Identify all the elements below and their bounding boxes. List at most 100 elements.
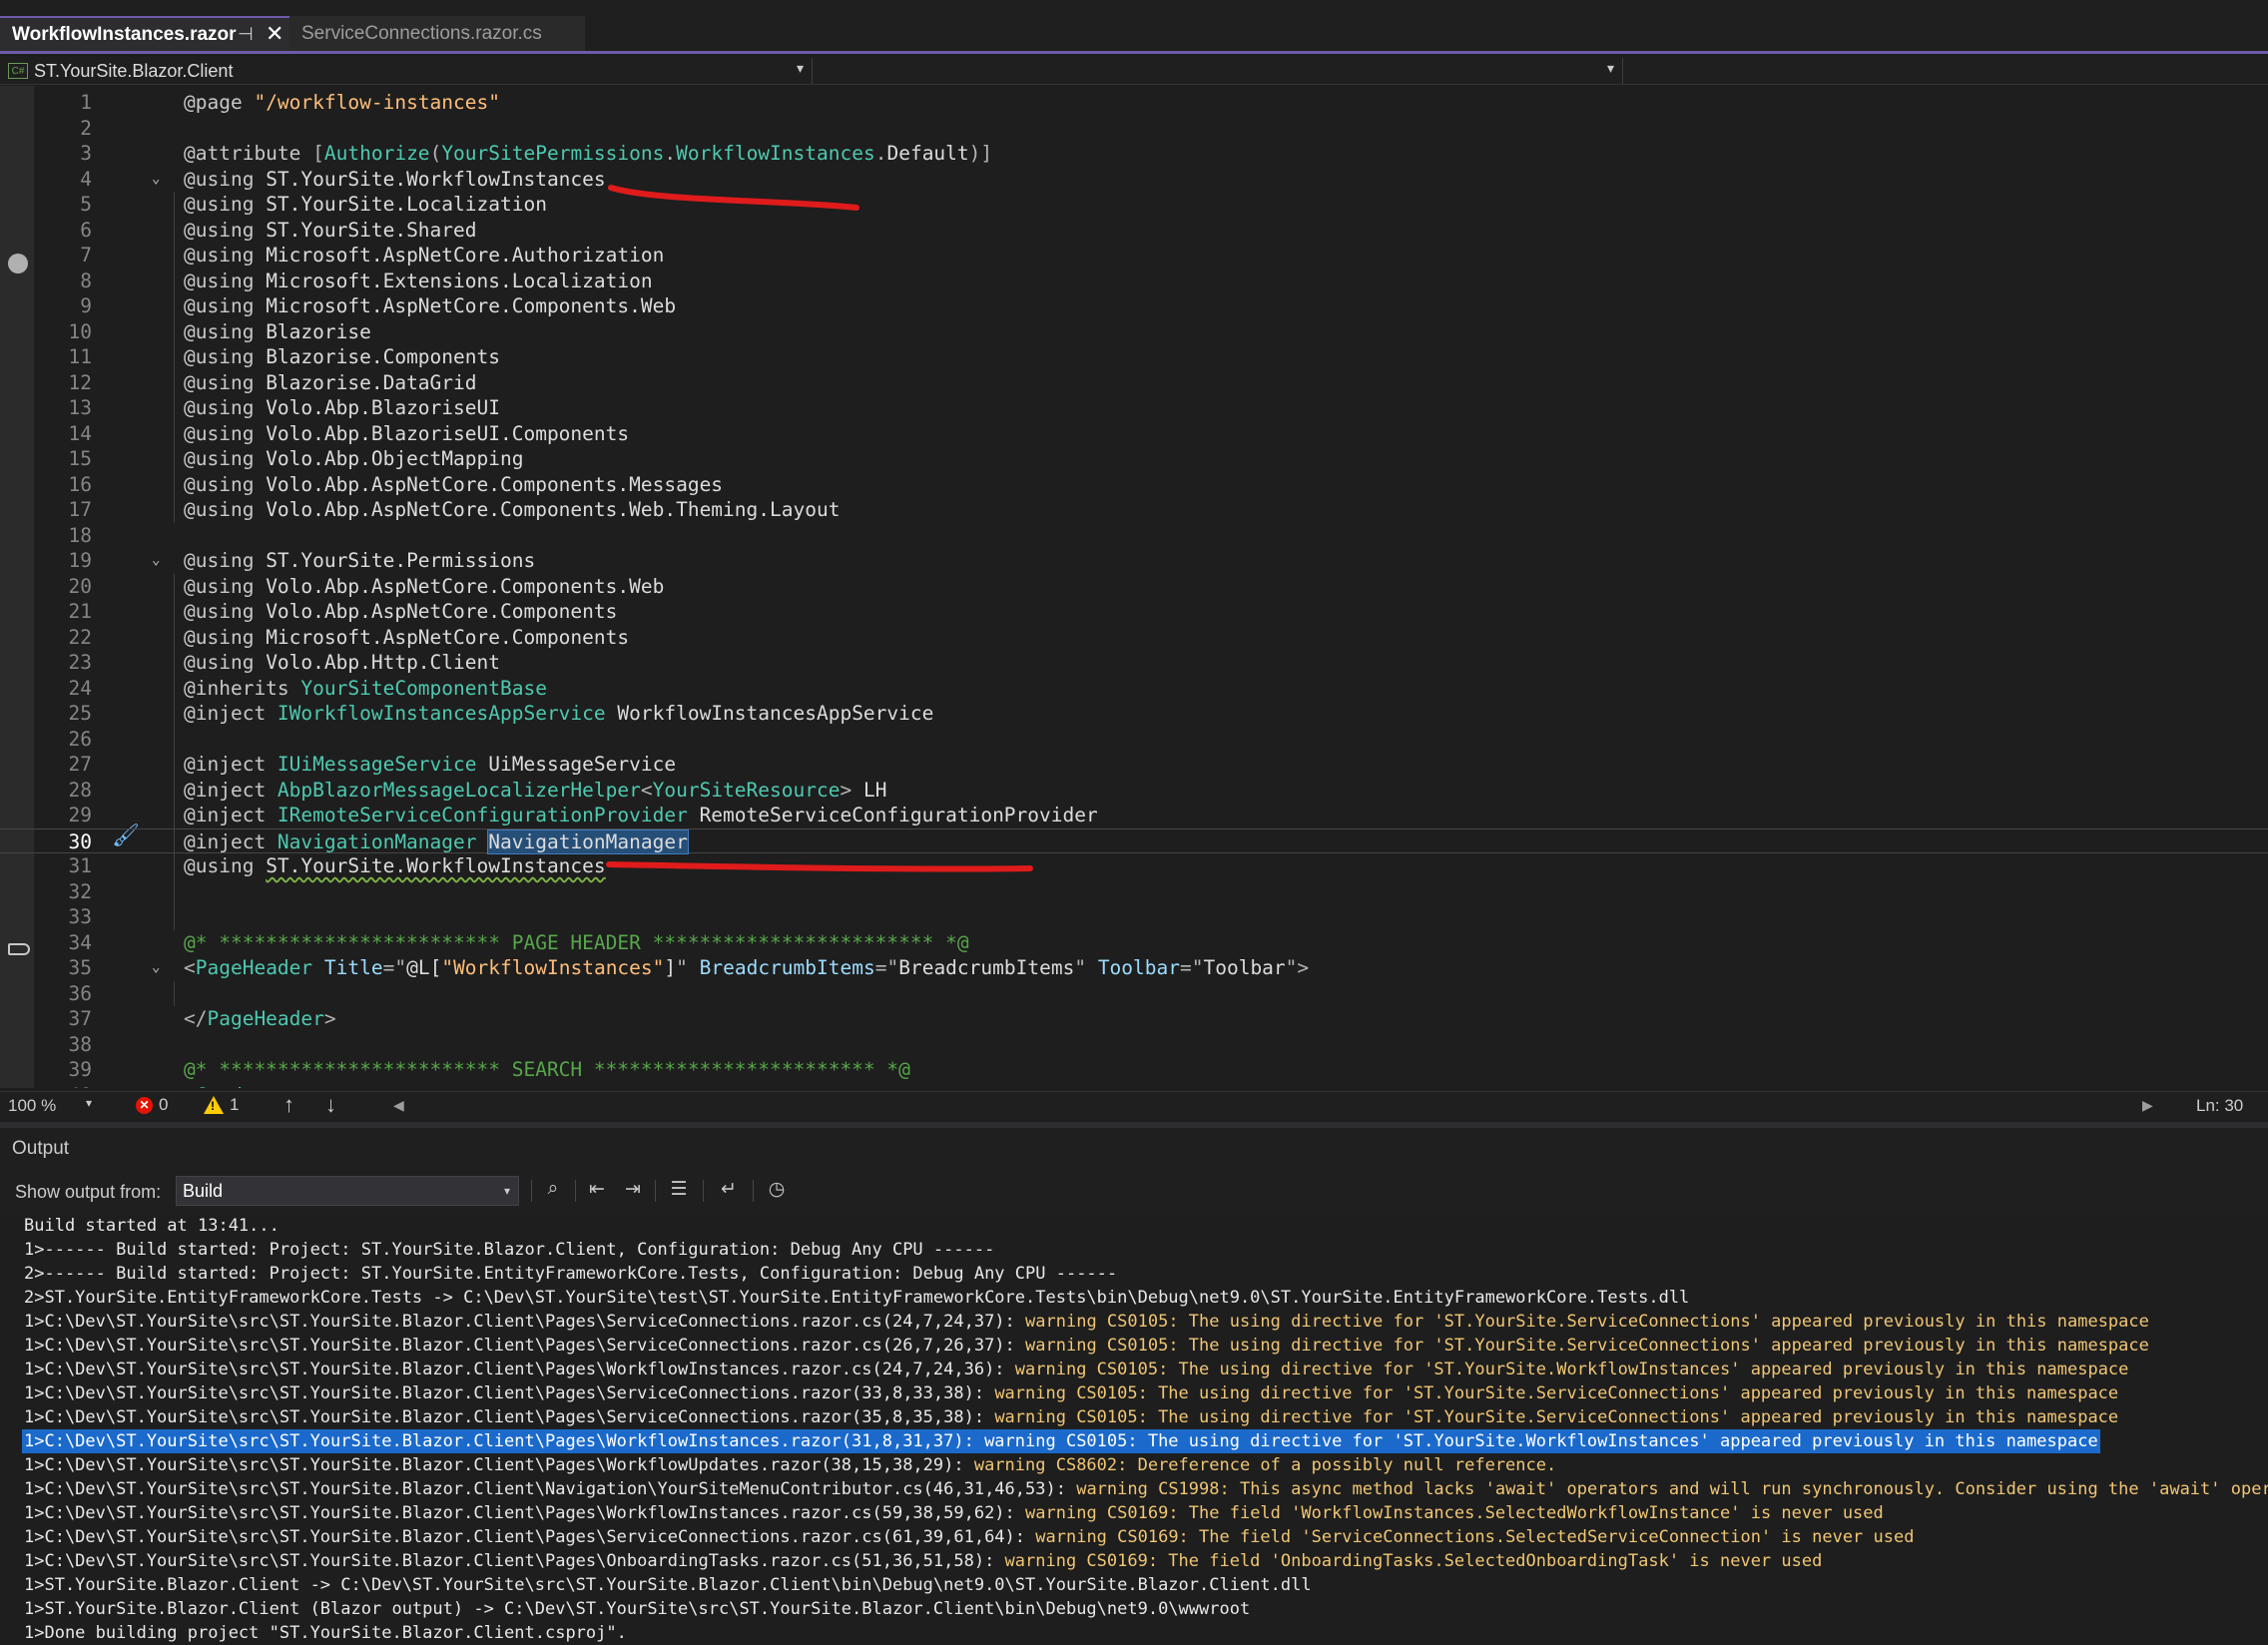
code-text[interactable]: <PageHeader Title="@L["WorkflowInstances…: [184, 955, 1309, 981]
code-line[interactable]: 25 @inject IWorkflowInstancesAppService W…: [0, 701, 2268, 727]
tab-workflow-instances[interactable]: WorkflowInstances.razor ⊣ ✕: [0, 16, 289, 51]
chevron-down-icon[interactable]: ▾: [504, 1184, 510, 1198]
code-text[interactable]: @using ST.YourSite.WorkflowInstances: [184, 853, 606, 879]
warning-count[interactable]: ! 1: [204, 1095, 239, 1115]
code-text[interactable]: @inject IUiMessageService UiMessageServi…: [184, 752, 676, 778]
error-count[interactable]: ✕ 0: [136, 1095, 168, 1115]
code-line[interactable]: 16 @using Volo.Abp.AspNetCore.Components.…: [0, 471, 2268, 498]
next-message-icon[interactable]: ⇥: [619, 1178, 647, 1204]
code-line[interactable]: 35 ⌄ <PageHeader Title="@L["WorkflowInstan…: [0, 955, 2268, 981]
code-text[interactable]: @using Volo.Abp.AspNetCore.Components.Me…: [184, 472, 723, 498]
code-line[interactable]: 2: [0, 116, 2268, 142]
code-text[interactable]: @inherits YourSiteComponentBase: [184, 676, 547, 702]
output-line[interactable]: 1>C:\Dev\ST.YourSite\src\ST.YourSite.Bla…: [24, 1358, 2128, 1381]
code-line[interactable]: 27 @inject IUiMessageService UiMessageSer…: [0, 752, 2268, 778]
code-text[interactable]: @using Volo.Abp.BlazoriseUI: [184, 395, 500, 421]
arrow-up-icon[interactable]: ↑: [284, 1092, 294, 1118]
close-icon[interactable]: ✕: [266, 21, 284, 47]
code-text[interactable]: @using Blazorise.DataGrid: [184, 370, 477, 396]
arrow-down-icon[interactable]: ↓: [325, 1092, 336, 1118]
output-line[interactable]: 1>Done building project "ST.YourSite.Bla…: [24, 1621, 627, 1645]
code-line[interactable]: 18: [0, 523, 2268, 549]
code-text[interactable]: @using ST.YourSite.Localization: [184, 192, 547, 218]
output-line[interactable]: 1>C:\Dev\ST.YourSite\src\ST.YourSite.Bla…: [24, 1453, 1556, 1477]
output-line[interactable]: 2>------ Build started: Project: ST.Your…: [24, 1262, 1117, 1286]
code-line[interactable]: 34 @* ************************ PAGE HEADE…: [0, 930, 2268, 956]
output-line[interactable]: 1>C:\Dev\ST.YourSite\src\ST.YourSite.Bla…: [24, 1501, 1884, 1525]
scroll-right-icon[interactable]: ▶: [2142, 1097, 2153, 1114]
code-line[interactable]: 4 ⌄ @using ST.YourSite.WorkflowInstances: [0, 167, 2268, 193]
find-message-icon[interactable]: ⌕: [539, 1178, 567, 1204]
code-text[interactable]: @page "/workflow-instances": [184, 90, 500, 116]
project-dropdown[interactable]: C# ST.YourSite.Blazor.Client ▾: [8, 58, 813, 84]
code-line[interactable]: 32: [0, 878, 2268, 904]
code-line[interactable]: 14 @using Volo.Abp.BlazoriseUI.Components: [0, 420, 2268, 447]
code-text[interactable]: @attribute [Authorize(YourSitePermission…: [184, 141, 992, 167]
code-line[interactable]: 33: [0, 904, 2268, 930]
output-line[interactable]: 1>C:\Dev\ST.YourSite\src\ST.YourSite.Bla…: [24, 1525, 1914, 1549]
code-text[interactable]: </PageHeader>: [184, 1006, 336, 1032]
code-line[interactable]: 12 @using Blazorise.DataGrid: [0, 369, 2268, 396]
output-line[interactable]: 1>C:\Dev\ST.YourSite\src\ST.YourSite.Bla…: [24, 1477, 2268, 1501]
code-text[interactable]: @using ST.YourSite.Shared: [184, 218, 477, 244]
code-line[interactable]: 30 @inject NavigationManager NavigationMa…: [0, 827, 2268, 854]
code-line[interactable]: 21 @using Volo.Abp.AspNetCore.Components: [0, 599, 2268, 625]
code-text[interactable]: @using Volo.Abp.BlazoriseUI.Components: [184, 421, 629, 447]
output-line[interactable]: 1>ST.YourSite.Blazor.Client (Blazor outp…: [24, 1597, 1250, 1621]
collapse-chevron-icon[interactable]: ⌄: [152, 955, 160, 981]
code-line[interactable]: 15 @using Volo.Abp.ObjectMapping: [0, 446, 2268, 472]
output-line-selected[interactable]: 1>C:\Dev\ST.YourSite\src\ST.YourSite.Bla…: [22, 1429, 2100, 1453]
code-line[interactable]: 39 @* ************************ SEARCH ***…: [0, 1057, 2268, 1083]
code-text[interactable]: @using Volo.Abp.Http.Client: [184, 650, 500, 676]
code-line[interactable]: 40 <Card>: [0, 1083, 2268, 1089]
word-wrap-icon[interactable]: ↵: [715, 1178, 743, 1204]
code-text[interactable]: <Card>: [184, 1083, 254, 1089]
code-line[interactable]: 23 @using Volo.Abp.Http.Client: [0, 650, 2268, 676]
code-line[interactable]: 19 ⌄ @using ST.YourSite.Permissions: [0, 548, 2268, 574]
collapse-chevron-icon[interactable]: ⌄: [152, 167, 160, 193]
code-text[interactable]: @using ST.YourSite.Permissions: [184, 548, 535, 574]
output-line[interactable]: 1>C:\Dev\ST.YourSite\src\ST.YourSite.Bla…: [24, 1381, 2118, 1405]
collapse-chevron-icon[interactable]: ⌄: [152, 548, 160, 574]
code-line[interactable]: 3 @attribute [Authorize(YourSitePermissio…: [0, 141, 2268, 167]
output-line[interactable]: 1>C:\Dev\ST.YourSite\src\ST.YourSite.Bla…: [24, 1334, 2149, 1358]
code-text[interactable]: @using Microsoft.AspNetCore.Authorizatio…: [184, 243, 664, 269]
code-text[interactable]: @inject IRemoteServiceConfigurationProvi…: [184, 803, 1098, 828]
code-line[interactable]: 29 @inject IRemoteServiceConfigurationPro…: [0, 803, 2268, 828]
pin-icon[interactable]: ⊣: [238, 24, 254, 45]
clock-icon[interactable]: ◷: [763, 1178, 791, 1204]
zoom-dropdown[interactable]: 100 % ▾: [8, 1096, 92, 1116]
code-text[interactable]: @using Blazorise.Components: [184, 344, 500, 370]
code-text[interactable]: @using Volo.Abp.ObjectMapping: [184, 446, 523, 472]
output-line[interactable]: 2>ST.YourSite.EntityFrameworkCore.Tests …: [24, 1286, 1689, 1310]
code-text[interactable]: @* ************************ SEARCH *****…: [184, 1057, 910, 1083]
code-text[interactable]: @using Blazorise: [184, 319, 371, 345]
code-line[interactable]: 20 @using Volo.Abp.AspNetCore.Components.…: [0, 573, 2268, 600]
code-text[interactable]: @using Volo.Abp.AspNetCore.Components.We…: [184, 497, 840, 523]
code-line[interactable]: 31 @using ST.YourSite.WorkflowInstances: [0, 853, 2268, 879]
code-line[interactable]: 26: [0, 726, 2268, 752]
code-text[interactable]: @using ST.YourSite.WorkflowInstances: [184, 167, 606, 193]
code-line[interactable]: 5 @using ST.YourSite.Localization: [0, 192, 2268, 218]
previous-message-icon[interactable]: ⇤: [583, 1178, 611, 1204]
code-editor[interactable]: 🖌 1 @page "/workflow-instances" 2 3 @attribu…: [0, 86, 2268, 1088]
code-line[interactable]: 28 @inject AbpBlazorMessageLocalizerHelpe…: [0, 777, 2268, 803]
code-text[interactable]: @using Volo.Abp.AspNetCore.Components.We…: [184, 574, 664, 600]
chevron-down-icon[interactable]: ▾: [1607, 60, 1614, 77]
output-line[interactable]: 1>ST.YourSite.Blazor.Client -> C:\Dev\ST…: [24, 1573, 1312, 1597]
code-text[interactable]: @using Volo.Abp.AspNetCore.Components: [184, 599, 617, 625]
code-line[interactable]: 22 @using Microsoft.AspNetCore.Components: [0, 624, 2268, 650]
output-text-area[interactable]: Build started at 13:41... 1>------ Build …: [0, 1214, 2268, 1645]
scroll-left-icon[interactable]: ◀: [393, 1097, 404, 1114]
code-text[interactable]: @using Microsoft.Extensions.Localization: [184, 269, 653, 294]
output-line[interactable]: 1>------ Build started: Project: ST.Your…: [24, 1238, 994, 1262]
code-text[interactable]: @inject IWorkflowInstancesAppService Wor…: [184, 701, 933, 727]
code-line[interactable]: 37 </PageHeader>: [0, 1006, 2268, 1032]
tab-service-connections[interactable]: ServiceConnections.razor.cs: [289, 16, 585, 51]
code-line[interactable]: 6 @using ST.YourSite.Shared: [0, 217, 2268, 244]
clear-all-icon[interactable]: ☰: [665, 1178, 693, 1204]
chevron-down-icon[interactable]: ▾: [86, 1096, 92, 1110]
output-line[interactable]: Build started at 13:41...: [24, 1214, 280, 1238]
member-dropdown[interactable]: ▾: [817, 58, 1623, 84]
chevron-down-icon[interactable]: ▾: [797, 60, 804, 77]
